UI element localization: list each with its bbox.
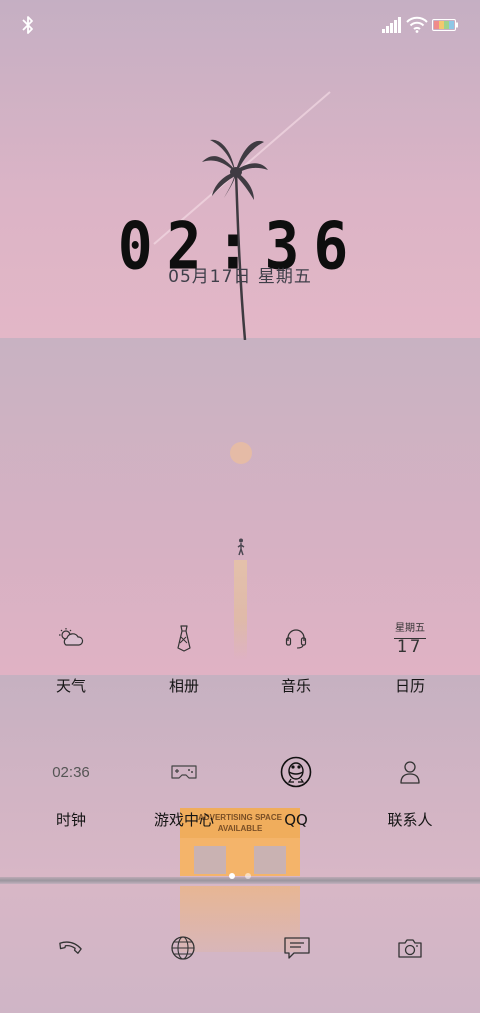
dock-phone[interactable] xyxy=(50,930,90,966)
contacts-icon xyxy=(400,761,420,784)
app-label: QQ xyxy=(284,811,308,829)
page-indicator xyxy=(0,871,480,881)
app-music[interactable]: 音乐 xyxy=(240,618,352,696)
weather-icon xyxy=(59,628,84,646)
dock-messages[interactable] xyxy=(277,930,317,966)
app-calendar[interactable]: 星期五 17 日历 xyxy=(354,618,466,696)
phone-icon xyxy=(59,941,82,954)
storefront-window xyxy=(254,846,286,874)
app-label: 相册 xyxy=(168,677,199,695)
wifi-icon xyxy=(406,16,428,33)
bluetooth-icon xyxy=(22,16,33,34)
app-game-center[interactable]: 游戏中心 xyxy=(128,752,240,830)
calendar-icon-day: 17 xyxy=(396,637,424,657)
camera-icon xyxy=(398,939,422,958)
qq-icon xyxy=(280,756,312,788)
calendar-icon-weekday: 星期五 xyxy=(395,623,425,634)
app-label: 天气 xyxy=(55,677,86,695)
app-clock[interactable]: 02:36 时钟 xyxy=(15,752,127,830)
app-label: 日历 xyxy=(394,677,425,695)
gallery-icon xyxy=(177,625,191,652)
app-label: 音乐 xyxy=(280,677,311,695)
music-icon xyxy=(285,629,307,649)
sun xyxy=(230,442,252,464)
app-qq[interactable]: QQ xyxy=(240,752,352,830)
app-label: 时钟 xyxy=(55,811,86,829)
app-contacts[interactable]: 联系人 xyxy=(354,752,466,830)
dock-camera[interactable] xyxy=(390,930,430,966)
app-label: 联系人 xyxy=(387,811,433,829)
messages-icon xyxy=(284,937,310,959)
app-gallery[interactable]: 相册 xyxy=(128,618,240,696)
dock-browser[interactable] xyxy=(163,930,203,966)
battery-icon xyxy=(432,19,458,31)
moon-icon xyxy=(227,50,238,69)
app-label: 游戏中心 xyxy=(153,811,214,829)
signal-icon xyxy=(382,17,401,33)
gamepad-icon xyxy=(171,765,197,779)
clock-icon: 02:36 xyxy=(52,763,90,781)
calendar-icon: 星期五 17 xyxy=(390,623,430,657)
browser-icon xyxy=(171,936,195,960)
storefront-window xyxy=(194,846,226,874)
status-bar xyxy=(0,0,480,50)
page-dot[interactable] xyxy=(245,873,251,879)
walking-figure xyxy=(237,538,245,556)
page-dot-active[interactable] xyxy=(229,873,235,879)
lockscreen-date[interactable]: 05月17日 星期五 xyxy=(0,262,480,287)
app-weather[interactable]: 天气 xyxy=(15,618,127,696)
